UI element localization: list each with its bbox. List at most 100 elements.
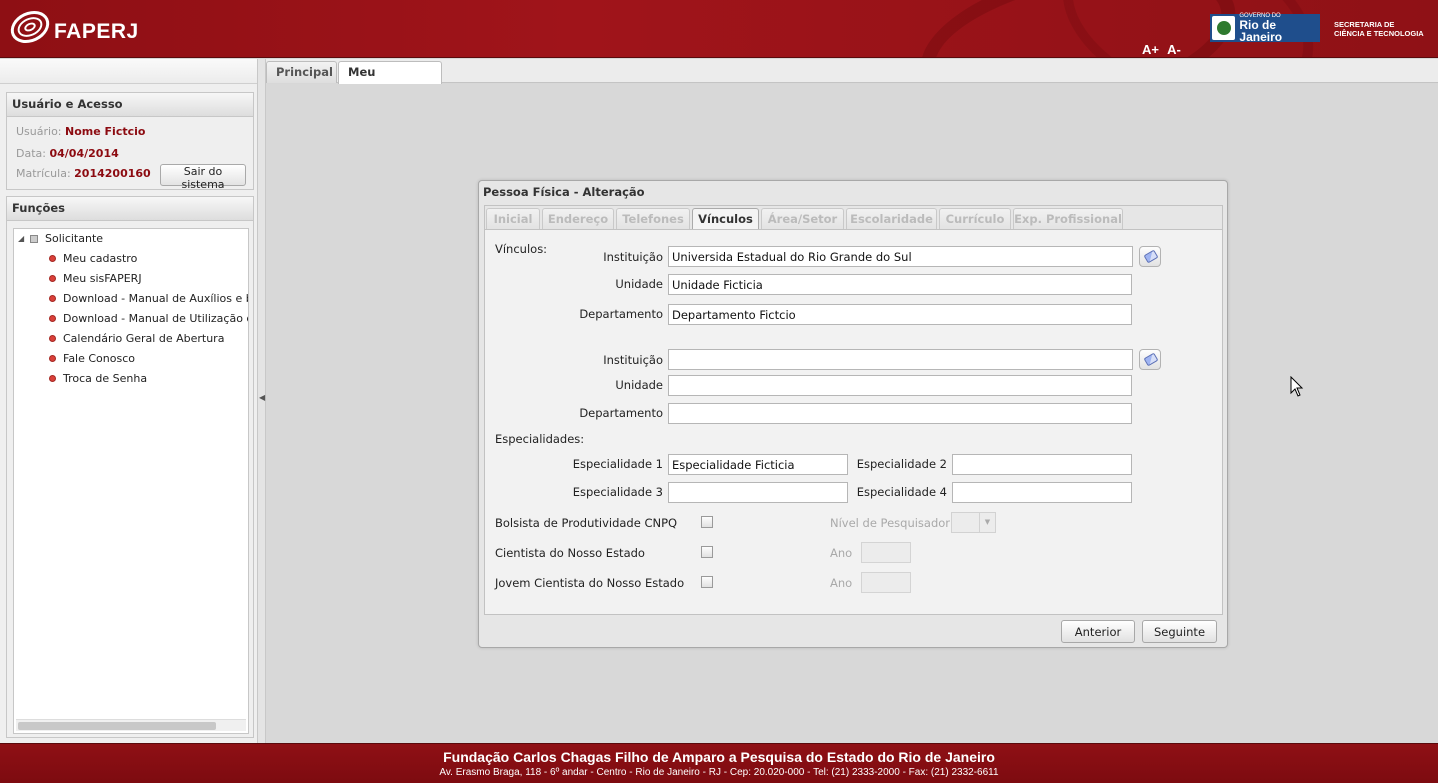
user-label: Usuário: xyxy=(16,125,62,138)
tab-endereco[interactable]: Endereço xyxy=(542,208,614,230)
eraser-icon xyxy=(1143,352,1159,367)
bullet-icon xyxy=(49,275,56,282)
date-value: 04/04/2014 xyxy=(49,147,119,160)
instituicao-2-input[interactable] xyxy=(668,349,1133,370)
departamento-1-input[interactable] xyxy=(668,304,1132,325)
tab-principal[interactable]: Principal xyxy=(266,61,337,83)
departamento-1-label: Departamento xyxy=(579,307,663,321)
departamento-2-label: Departamento xyxy=(579,406,663,420)
matricula-label: Matrícula: xyxy=(16,167,71,180)
scrollbar-thumb[interactable] xyxy=(18,722,216,730)
user-access-panel: Usuário e Acesso Usuário: Nome Fictcio D… xyxy=(6,92,254,191)
tree-horizontal-scrollbar[interactable] xyxy=(16,719,246,731)
nivel-pesquisador-label: Nível de Pesquisador xyxy=(830,516,951,530)
cientista-ano-label: Ano xyxy=(830,546,853,560)
departamento-2-input[interactable] xyxy=(668,403,1132,424)
especialidade-3-label: Especialidade 3 xyxy=(572,485,663,499)
cientista-ano-input[interactable] xyxy=(861,542,911,563)
tab-meu-cadastro[interactable]: Meu cadastro× xyxy=(338,61,442,100)
gov-logo-big-text: Rio de Janeiro xyxy=(1239,18,1283,44)
unidade-2-input[interactable] xyxy=(668,375,1132,396)
instituicao-1-input[interactable] xyxy=(668,246,1133,267)
tree-collapse-icon[interactable]: ◢ xyxy=(18,234,30,243)
functions-tree: ◢ Solicitante Meu cadastro Meu sisFAPERJ… xyxy=(13,228,249,734)
chevron-down-icon[interactable]: ▼ xyxy=(979,513,995,532)
secretaria-logo: SECRETARIA DE CIÊNCIA E TECNOLOGIA xyxy=(1334,20,1424,38)
bolsista-checkbox[interactable] xyxy=(701,516,713,528)
faperj-logo-text: FAPERJ xyxy=(54,20,139,43)
tree-item-fale-conosco[interactable]: Fale Conosco xyxy=(49,352,135,365)
bullet-icon xyxy=(49,335,56,342)
matricula-row: Matrícula: 2014200160 xyxy=(16,167,151,180)
tree-item-manual-utilizacao[interactable]: Download - Manual de Utilização do Siste… xyxy=(49,312,248,325)
tab-exp-profissional[interactable]: Exp. Profissional xyxy=(1013,208,1123,230)
date-label: Data: xyxy=(16,147,46,160)
jovem-cientista-label: Jovem Cientista do Nosso Estado xyxy=(495,576,685,590)
folder-icon xyxy=(30,234,38,243)
tree-item-manual-auxilios[interactable]: Download - Manual de Auxílios e bolsas xyxy=(49,292,248,305)
tree-item-label: Calendário Geral de Abertura xyxy=(63,332,225,345)
tree-root-label: Solicitante xyxy=(45,232,104,245)
especialidade-2-label: Especialidade 2 xyxy=(856,457,947,471)
date-row: Data: 04/04/2014 xyxy=(16,147,119,160)
logout-button[interactable]: Sair do sistema xyxy=(160,164,246,191)
tree-item-meu-sisfaperj[interactable]: Meu sisFAPERJ xyxy=(49,272,142,285)
tab-vinculos[interactable]: Vínculos xyxy=(692,208,759,230)
matricula-value: 2014200160 xyxy=(74,167,151,180)
especialidade-1-input[interactable] xyxy=(668,454,848,475)
collapse-sidebar-icon[interactable]: ◀ xyxy=(259,393,265,402)
tab-escolaridade[interactable]: Escolaridade xyxy=(846,208,937,230)
bullet-icon xyxy=(49,375,56,382)
especialidade-2-input[interactable] xyxy=(952,454,1132,475)
vinculos-section-label: Vínculos: xyxy=(495,242,548,256)
unidade-1-input[interactable] xyxy=(668,274,1132,295)
tree-item-label: Meu cadastro xyxy=(63,252,138,265)
clear-vinculo-1-button[interactable] xyxy=(1139,246,1161,267)
dialog-tabbar: Inicial Endereço Telefones Vínculos Área… xyxy=(484,205,1223,230)
footer-address: Av. Erasmo Braga, 118 - 6º andar - Centr… xyxy=(439,767,999,778)
footer-title: Fundação Carlos Chagas Filho de Amparo a… xyxy=(443,749,995,765)
clear-vinculo-2-button[interactable] xyxy=(1139,349,1161,370)
user-row: Usuário: Nome Fictcio xyxy=(16,125,145,138)
tab-area-setor[interactable]: Área/Setor xyxy=(761,208,844,230)
tree-item-label: Download - Manual de Auxílios e bolsas xyxy=(63,292,248,305)
especialidade-3-input[interactable] xyxy=(668,482,848,503)
tab-telefones[interactable]: Telefones xyxy=(616,208,690,230)
tree-item-label: Download - Manual de Utilização do Siste… xyxy=(63,312,248,325)
cientista-label: Cientista do Nosso Estado xyxy=(495,546,645,560)
bullet-icon xyxy=(49,355,56,362)
cientista-checkbox[interactable] xyxy=(701,546,713,558)
seguinte-button[interactable]: Seguinte xyxy=(1142,620,1217,643)
faperj-logo-icon xyxy=(5,4,55,50)
tree-root-solicitante[interactable]: ◢ Solicitante xyxy=(18,232,103,245)
user-panel-title: Usuário e Acesso xyxy=(7,93,253,117)
tab-curriculo[interactable]: Currículo xyxy=(939,208,1011,230)
jovem-cientista-checkbox[interactable] xyxy=(701,576,713,588)
nivel-pesquisador-select[interactable]: ▼ xyxy=(951,512,996,533)
tree-item-meu-cadastro[interactable]: Meu cadastro xyxy=(49,252,137,265)
tab-inicial[interactable]: Inicial xyxy=(486,208,540,230)
pessoa-fisica-dialog: Pessoa Física - Alteração Inicial Endere… xyxy=(478,180,1228,648)
secretaria-line-1: SECRETARIA DE xyxy=(1334,20,1395,29)
anterior-button[interactable]: Anterior xyxy=(1061,620,1135,643)
sidebar-splitter[interactable]: ◀ xyxy=(258,59,266,743)
jovem-ano-input[interactable] xyxy=(861,572,911,593)
eraser-icon xyxy=(1143,249,1159,264)
unidade-2-label: Unidade xyxy=(615,378,663,392)
especialidade-1-label: Especialidade 1 xyxy=(572,457,663,471)
bullet-icon xyxy=(49,255,56,262)
tree-item-label: Fale Conosco xyxy=(63,352,135,365)
tree-item-calendario[interactable]: Calendário Geral de Abertura xyxy=(49,332,224,345)
unidade-1-label: Unidade xyxy=(615,277,663,291)
bullet-icon xyxy=(49,295,56,302)
secretaria-line-2: CIÊNCIA E TECNOLOGIA xyxy=(1334,29,1424,38)
especialidade-4-input[interactable] xyxy=(952,482,1132,503)
sidebar-top-strip xyxy=(0,59,257,84)
font-decrease-button[interactable]: A- xyxy=(1167,42,1181,57)
gov-emblem-icon xyxy=(1212,16,1236,40)
font-increase-button[interactable]: A+ xyxy=(1142,42,1159,57)
app-footer: Fundação Carlos Chagas Filho de Amparo a… xyxy=(0,743,1438,783)
tree-item-troca-senha[interactable]: Troca de Senha xyxy=(49,372,147,385)
tree-item-label: Troca de Senha xyxy=(63,372,148,385)
dialog-title: Pessoa Física - Alteração xyxy=(483,185,645,199)
